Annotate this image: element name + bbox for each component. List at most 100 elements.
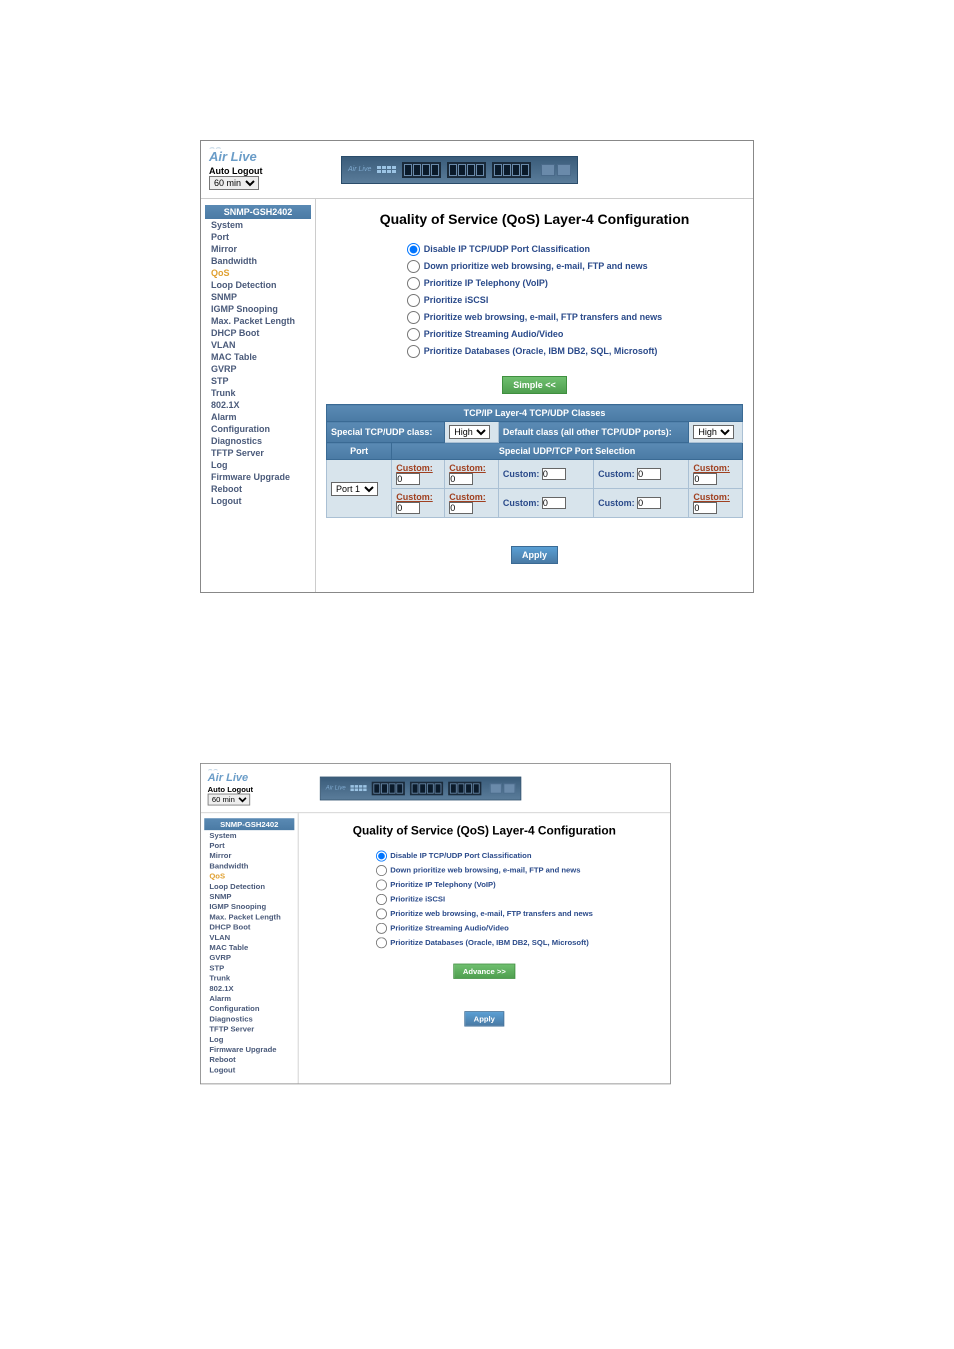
sidebar-item-logout[interactable]: Logout xyxy=(204,1065,294,1075)
radio-option: Prioritize iSCSI xyxy=(376,892,593,906)
advance-button[interactable]: Advance >> xyxy=(453,964,515,979)
sidebar-item-firmware-upgrade[interactable]: Firmware Upgrade xyxy=(204,1044,294,1054)
sidebar-item-mac-table[interactable]: MAC Table xyxy=(204,942,294,952)
sidebar-item-802-1x[interactable]: 802.1X xyxy=(205,399,311,411)
sidebar-item-configuration[interactable]: Configuration xyxy=(205,423,311,435)
auto-logout-select[interactable]: 60 min xyxy=(209,176,259,190)
apply-button[interactable]: Apply xyxy=(511,546,558,564)
radio-input[interactable] xyxy=(407,345,420,358)
sidebar-item-configuration[interactable]: Configuration xyxy=(204,1004,294,1014)
radio-option: Prioritize Streaming Audio/Video xyxy=(407,326,662,343)
custom-input[interactable] xyxy=(637,468,661,480)
custom-input[interactable] xyxy=(693,473,717,485)
content: Quality of Service (QoS) Layer-4 Configu… xyxy=(316,199,753,592)
table-header-main: TCP/IP Layer-4 TCP/UDP Classes xyxy=(327,405,743,422)
radio-option: Prioritize IP Telephony (VoIP) xyxy=(407,275,662,292)
sidebar-item-loop-detection[interactable]: Loop Detection xyxy=(205,279,311,291)
sidebar-item-log[interactable]: Log xyxy=(205,459,311,471)
custom-input[interactable] xyxy=(449,502,473,514)
radio-input[interactable] xyxy=(407,328,420,341)
sidebar-item-igmp-snooping[interactable]: IGMP Snooping xyxy=(205,303,311,315)
simple-button[interactable]: Simple << xyxy=(502,376,567,394)
radio-input[interactable] xyxy=(376,865,387,876)
custom-input[interactable] xyxy=(396,502,420,514)
sidebar-item-snmp[interactable]: SNMP xyxy=(205,291,311,303)
custom-input[interactable] xyxy=(542,497,566,509)
radio-list: Disable IP TCP/UDP Port ClassificationDo… xyxy=(376,849,593,950)
sidebar-item-max-packet-length[interactable]: Max. Packet Length xyxy=(205,315,311,327)
auto-logout-select[interactable]: 60 min xyxy=(208,794,251,806)
port-select[interactable]: Port 1 xyxy=(331,482,378,496)
sidebar-item-802-1x[interactable]: 802.1X xyxy=(204,983,294,993)
radio-input[interactable] xyxy=(407,294,420,307)
special-class-select[interactable]: High xyxy=(449,425,490,439)
radio-input[interactable] xyxy=(407,260,420,273)
sidebar-list: SystemPortMirrorBandwidthQoSLoop Detecti… xyxy=(205,219,311,507)
sidebar-item-tftp-server[interactable]: TFTP Server xyxy=(205,447,311,459)
sidebar-item-qos[interactable]: QoS xyxy=(205,267,311,279)
sidebar-item-trunk[interactable]: Trunk xyxy=(205,387,311,399)
sidebar-item-system[interactable]: System xyxy=(204,830,294,840)
sidebar-item-diagnostics[interactable]: Diagnostics xyxy=(204,1014,294,1024)
sidebar-item-stp[interactable]: STP xyxy=(205,375,311,387)
sidebar-item-firmware-upgrade[interactable]: Firmware Upgrade xyxy=(205,471,311,483)
sidebar-item-loop-detection[interactable]: Loop Detection xyxy=(204,881,294,891)
sidebar-item-gvrp[interactable]: GVRP xyxy=(204,953,294,963)
sidebar-item-reboot[interactable]: Reboot xyxy=(205,483,311,495)
custom-input[interactable] xyxy=(396,473,420,485)
radio-input[interactable] xyxy=(407,277,420,290)
custom-input[interactable] xyxy=(637,497,661,509)
sidebar-item-trunk[interactable]: Trunk xyxy=(204,973,294,983)
sidebar-item-qos[interactable]: QoS xyxy=(204,871,294,881)
radio-input[interactable] xyxy=(376,937,387,948)
radio-input[interactable] xyxy=(376,894,387,905)
radio-input[interactable] xyxy=(376,879,387,890)
sidebar-item-diagnostics[interactable]: Diagnostics xyxy=(205,435,311,447)
radio-label: Prioritize iSCSI xyxy=(424,295,489,305)
sidebar-item-port[interactable]: Port xyxy=(204,840,294,850)
auto-logout: Auto Logout 60 min xyxy=(208,785,288,805)
auto-logout: Auto Logout 60 min xyxy=(209,166,303,190)
sidebar-item-bandwidth[interactable]: Bandwidth xyxy=(204,861,294,871)
page-title: Quality of Service (QoS) Layer-4 Configu… xyxy=(326,211,743,227)
custom-input[interactable] xyxy=(449,473,473,485)
custom-input[interactable] xyxy=(693,502,717,514)
radio-label: Prioritize IP Telephony (VoIP) xyxy=(390,880,495,889)
sidebar-item-max-packet-length[interactable]: Max. Packet Length xyxy=(204,912,294,922)
sidebar-item-snmp[interactable]: SNMP xyxy=(204,891,294,901)
sidebar-item-bandwidth[interactable]: Bandwidth xyxy=(205,255,311,267)
sidebar-item-mirror[interactable]: Mirror xyxy=(204,851,294,861)
radio-option: Disable IP TCP/UDP Port Classification xyxy=(407,241,662,258)
sidebar-item-igmp-snooping[interactable]: IGMP Snooping xyxy=(204,902,294,912)
radio-input[interactable] xyxy=(376,908,387,919)
port-group-3 xyxy=(492,162,531,178)
sidebar-item-port[interactable]: Port xyxy=(205,231,311,243)
sidebar-item-log[interactable]: Log xyxy=(204,1034,294,1044)
qos-table: TCP/IP Layer-4 TCP/UDP Classes Special T… xyxy=(326,404,743,518)
sidebar-item-vlan[interactable]: VLAN xyxy=(204,932,294,942)
sidebar-item-system[interactable]: System xyxy=(205,219,311,231)
radio-input[interactable] xyxy=(407,243,420,256)
sidebar-item-reboot[interactable]: Reboot xyxy=(204,1055,294,1065)
sidebar-item-logout[interactable]: Logout xyxy=(205,495,311,507)
custom-inline: Custom: xyxy=(594,489,689,518)
sidebar-item-gvrp[interactable]: GVRP xyxy=(205,363,311,375)
sidebar-item-alarm[interactable]: Alarm xyxy=(205,411,311,423)
sidebar-item-dhcp-boot[interactable]: DHCP Boot xyxy=(204,922,294,932)
radio-input[interactable] xyxy=(407,311,420,324)
apply-button[interactable]: Apply xyxy=(464,1011,504,1026)
radio-option: Prioritize iSCSI xyxy=(407,292,662,309)
sidebar-item-mirror[interactable]: Mirror xyxy=(205,243,311,255)
default-class-select[interactable]: High xyxy=(693,425,734,439)
sidebar-item-vlan[interactable]: VLAN xyxy=(205,339,311,351)
sidebar-item-stp[interactable]: STP xyxy=(204,963,294,973)
sidebar-item-dhcp-boot[interactable]: DHCP Boot xyxy=(205,327,311,339)
sidebar-item-mac-table[interactable]: MAC Table xyxy=(205,351,311,363)
radio-input[interactable] xyxy=(376,851,387,862)
radio-input[interactable] xyxy=(376,923,387,934)
sidebar-item-tftp-server[interactable]: TFTP Server xyxy=(204,1024,294,1034)
sidebar-item-alarm[interactable]: Alarm xyxy=(204,993,294,1003)
radio-label: Prioritize Databases (Oracle, IBM DB2, S… xyxy=(424,346,658,356)
logo: ⌢⌢ Air Live xyxy=(209,147,303,164)
custom-input[interactable] xyxy=(542,468,566,480)
